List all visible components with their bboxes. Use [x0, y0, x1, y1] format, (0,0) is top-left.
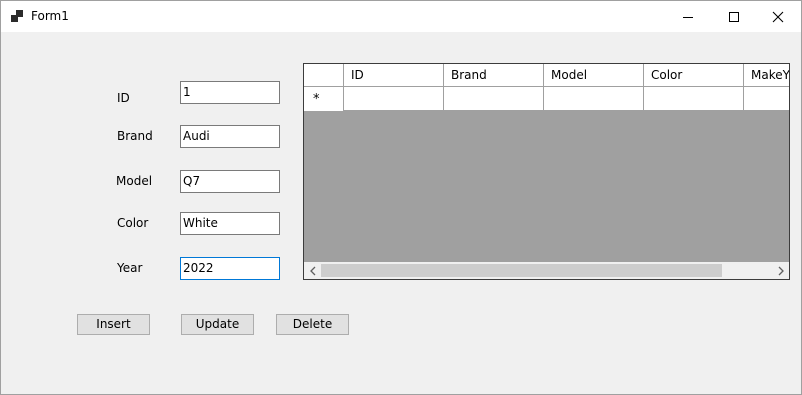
- app-form-icon: [11, 10, 23, 22]
- new-row-cell-brand[interactable]: [444, 87, 544, 111]
- new-row-header[interactable]: *: [304, 87, 344, 111]
- brand-label: Brand: [117, 129, 153, 143]
- chevron-right-icon: [778, 266, 784, 275]
- year-label: Year: [117, 261, 143, 275]
- minimize-icon: [683, 16, 693, 18]
- close-button[interactable]: [755, 1, 801, 32]
- column-header-color[interactable]: Color: [644, 64, 744, 87]
- title-bar[interactable]: Form1: [1, 1, 801, 32]
- grid-corner-header[interactable]: [304, 64, 344, 87]
- window-title: Form1: [31, 9, 69, 23]
- main-window: Form1 ID Brand Model Color Year 1 Audi Q…: [0, 0, 802, 395]
- column-header-model[interactable]: Model: [544, 64, 644, 87]
- minimize-button[interactable]: [665, 1, 711, 32]
- cars-data-grid[interactable]: ID Brand Model Color MakeYear *: [303, 63, 790, 280]
- model-label: Model: [116, 174, 153, 188]
- brand-textbox[interactable]: Audi: [180, 125, 280, 148]
- color-label: Color: [117, 216, 149, 230]
- id-textbox[interactable]: 1: [180, 81, 280, 104]
- insert-button[interactable]: Insert: [77, 314, 150, 335]
- horizontal-scrollbar[interactable]: [304, 262, 789, 279]
- year-textbox[interactable]: 2022: [180, 257, 280, 280]
- update-button[interactable]: Update: [181, 314, 254, 335]
- maximize-button[interactable]: [711, 1, 757, 32]
- new-row-cell-model[interactable]: [544, 87, 644, 111]
- scroll-left-button[interactable]: [304, 262, 321, 279]
- delete-button[interactable]: Delete: [276, 314, 349, 335]
- column-header-id[interactable]: ID: [344, 64, 444, 87]
- color-textbox[interactable]: White: [180, 212, 280, 235]
- close-icon: [772, 11, 784, 22]
- new-row-cell-makeyear[interactable]: [744, 87, 789, 111]
- id-label: ID: [117, 91, 130, 105]
- chevron-left-icon: [309, 266, 315, 275]
- new-row-cell-color[interactable]: [644, 87, 744, 111]
- column-header-brand[interactable]: Brand: [444, 64, 544, 87]
- scroll-thumb[interactable]: [321, 264, 722, 277]
- scroll-right-button[interactable]: [772, 262, 789, 279]
- new-row-cell-id[interactable]: [344, 87, 444, 111]
- model-textbox[interactable]: Q7: [180, 170, 280, 193]
- maximize-icon: [729, 11, 739, 22]
- column-header-makeyear[interactable]: MakeYear: [744, 64, 789, 87]
